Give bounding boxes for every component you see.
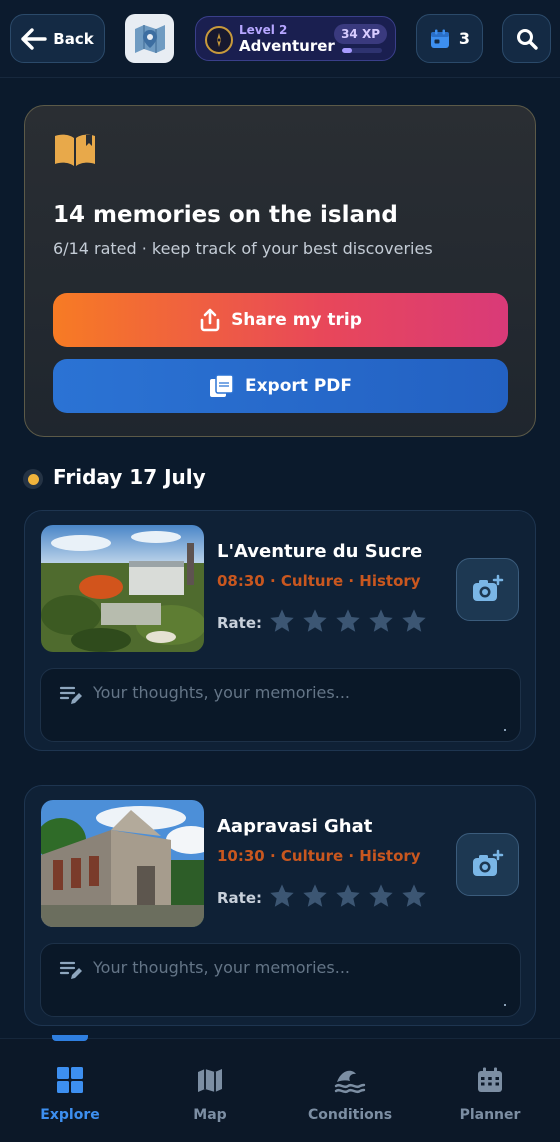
star-icon[interactable] (301, 882, 329, 910)
share-icon (200, 308, 220, 332)
day-title: Friday 17 July (53, 465, 206, 489)
xp-count: 34 XP (334, 24, 387, 44)
nav-map[interactable]: Map (150, 1065, 270, 1123)
back-label: Back (53, 29, 94, 48)
star-rating (268, 607, 428, 635)
summary-subtitle: 6/14 rated · keep track of your best dis… (53, 239, 433, 258)
nav-conditions[interactable]: Conditions (290, 1065, 410, 1123)
export-pdf-label: Export PDF (244, 376, 353, 396)
export-pdf-button[interactable]: Export PDF (53, 359, 508, 413)
top-bar: Back Level 2 Adventurer 34 XP 3 (0, 0, 560, 78)
back-button[interactable]: Back (10, 14, 105, 63)
xp-level-badge[interactable]: Level 2 Adventurer 34 XP (195, 16, 396, 61)
star-icon[interactable] (301, 607, 329, 635)
activity-card: Aapravasi Ghat 10:30 · Culture · History… (24, 785, 536, 1026)
activity-photo[interactable] (41, 525, 204, 652)
memory-note-input[interactable] (93, 958, 503, 998)
nav-planner-label: Planner (459, 1107, 521, 1123)
nav-planner[interactable]: Planner (430, 1065, 550, 1123)
star-icon[interactable] (268, 882, 296, 910)
day-marker-dot (23, 469, 43, 489)
add-camera-icon (472, 849, 503, 876)
open-book-icon (55, 134, 95, 166)
rank-label: Adventurer (239, 37, 335, 55)
share-trip-label: Share my trip (231, 310, 362, 330)
memory-note-input[interactable] (93, 683, 503, 723)
memory-note-field (40, 668, 521, 742)
waves-icon (334, 1070, 366, 1094)
activity-name: Aapravasi Ghat (217, 816, 373, 837)
resize-handle[interactable] (504, 1004, 506, 1006)
planner-count: 3 (458, 29, 471, 48)
star-icon[interactable] (334, 607, 362, 635)
search-button[interactable] (502, 14, 551, 63)
compass-icon (205, 26, 233, 54)
activity-card: L'Aventure du Sucre 08:30 · Culture · Hi… (24, 510, 536, 751)
calendar-icon (478, 1067, 502, 1092)
nav-map-label: Map (193, 1107, 227, 1123)
add-photo-button[interactable] (456, 833, 519, 896)
active-tab-indicator (52, 1035, 88, 1041)
activity-meta: 08:30 · Culture · History (217, 572, 421, 590)
level-label: Level 2 (239, 23, 288, 37)
memory-note-field (40, 943, 521, 1017)
star-icon[interactable] (268, 607, 296, 635)
search-icon (516, 28, 538, 50)
star-icon[interactable] (367, 882, 395, 910)
map-pin-icon (134, 24, 165, 53)
arrow-left-icon (21, 27, 47, 50)
activity-name: L'Aventure du Sucre (217, 541, 423, 562)
app-logo[interactable] (125, 14, 174, 63)
star-icon[interactable] (400, 607, 428, 635)
bottom-navigation: Explore Map Conditions Planner (0, 1035, 560, 1142)
map-icon (198, 1069, 222, 1092)
rate-label: Rate: (217, 889, 263, 907)
xp-progress-bar (342, 48, 382, 53)
star-icon[interactable] (400, 882, 428, 910)
nav-conditions-label: Conditions (307, 1107, 393, 1123)
star-rating (268, 882, 428, 910)
star-icon[interactable] (334, 882, 362, 910)
add-photo-button[interactable] (456, 558, 519, 621)
activity-photo[interactable] (41, 800, 204, 927)
star-icon[interactable] (367, 607, 395, 635)
rate-label: Rate: (217, 614, 263, 632)
memories-summary-card: 14 memories on the island 6/14 rated · k… (24, 105, 536, 437)
calendar-icon (430, 29, 449, 48)
nav-explore[interactable]: Explore (10, 1065, 130, 1123)
xp-progress-fill (342, 48, 352, 53)
notes-edit-icon (59, 961, 82, 979)
summary-title: 14 memories on the island (53, 202, 398, 228)
resize-handle[interactable] (504, 729, 506, 731)
share-trip-button[interactable]: Share my trip (53, 293, 508, 347)
grid-icon (57, 1067, 83, 1093)
activity-meta: 10:30 · Culture · History (217, 847, 421, 865)
add-camera-icon (472, 574, 503, 601)
nav-explore-label: Explore (40, 1107, 100, 1123)
pdf-file-icon (209, 374, 234, 397)
planner-count-button[interactable]: 3 (416, 14, 483, 63)
notes-edit-icon (59, 686, 82, 704)
